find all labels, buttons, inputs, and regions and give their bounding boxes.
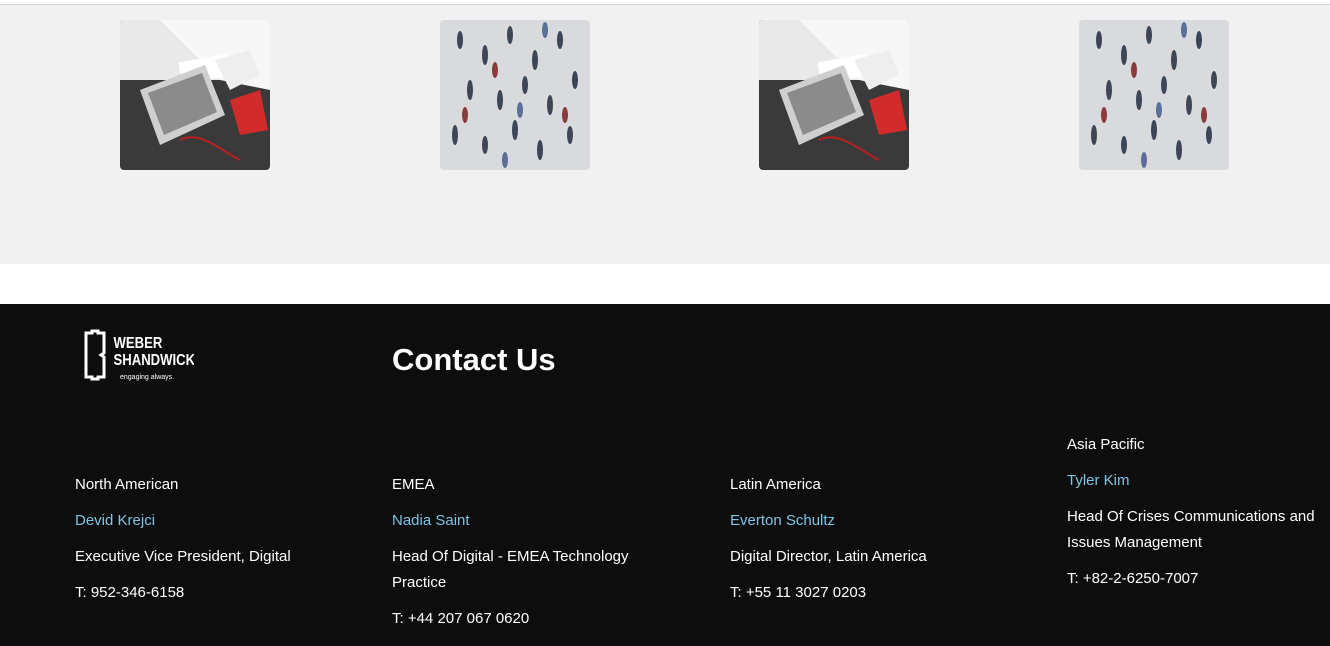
contact-name-link[interactable]: Everton Schultz bbox=[730, 508, 990, 534]
role-line: Issues Management bbox=[1067, 534, 1203, 551]
contact-name-link[interactable]: Tyler Kim bbox=[1067, 468, 1327, 494]
role-line: Head Of Crises Communications and bbox=[1067, 508, 1315, 525]
contact-latin-america: Latin America Everton Schultz Digital Di… bbox=[730, 472, 990, 616]
contact-north-american: North American Devid Krejci Executive Vi… bbox=[75, 472, 335, 616]
role-line: Head Of Digital - EMEA Technology bbox=[392, 548, 629, 565]
contact-asia-pacific: Asia Pacific Tyler Kim Head Of Crises Co… bbox=[1067, 432, 1327, 602]
contact-phone[interactable]: T: +55 11 3027 0203 bbox=[730, 580, 990, 606]
contact-role: Digital Director, Latin America bbox=[730, 544, 990, 570]
contact-role: Executive Vice President, Digital bbox=[75, 544, 335, 570]
region-label: Asia Pacific bbox=[1067, 436, 1145, 453]
region-label: North American bbox=[75, 476, 179, 493]
crowd-photo[interactable] bbox=[1079, 20, 1229, 170]
logo-line1: WEBER bbox=[114, 335, 163, 352]
region-label: EMEA bbox=[392, 476, 435, 493]
role-line: Executive Vice President, Digital bbox=[75, 548, 291, 565]
logo-line2: SHANDWICK bbox=[114, 352, 194, 369]
region-label: Latin America bbox=[730, 476, 821, 493]
crowd-photo[interactable] bbox=[440, 20, 590, 170]
contact-phone[interactable]: T: +82-2-6250-7007 bbox=[1067, 566, 1327, 592]
contact-name-link[interactable]: Nadia Saint bbox=[392, 508, 652, 534]
contact-emea: EMEA Nadia Saint Head Of Digital - EMEA … bbox=[392, 472, 652, 642]
weber-shandwick-logo[interactable]: WEBER SHANDWICK engaging always. bbox=[84, 329, 196, 381]
contact-name-link[interactable]: Devid Krejci bbox=[75, 508, 335, 534]
footer: WEBER SHANDWICK engaging always. Contact… bbox=[0, 304, 1330, 646]
contact-role: Head Of Digital - EMEA Technology Practic… bbox=[392, 544, 652, 596]
contact-role: Head Of Crises Communications and Issues … bbox=[1067, 504, 1327, 556]
laptop-desk-photo[interactable] bbox=[759, 20, 909, 170]
image-gallery bbox=[0, 5, 1330, 264]
laptop-desk-photo[interactable] bbox=[120, 20, 270, 170]
role-line: Digital Director, Latin America bbox=[730, 548, 927, 565]
logo-tagline: engaging always. bbox=[120, 374, 174, 381]
contact-title: Contact Us bbox=[392, 342, 556, 377]
contact-phone[interactable]: T: +44 207 067 0620 bbox=[392, 606, 652, 632]
contact-phone[interactable]: T: 952-346-6158 bbox=[75, 580, 335, 606]
role-line: Practice bbox=[392, 574, 447, 591]
